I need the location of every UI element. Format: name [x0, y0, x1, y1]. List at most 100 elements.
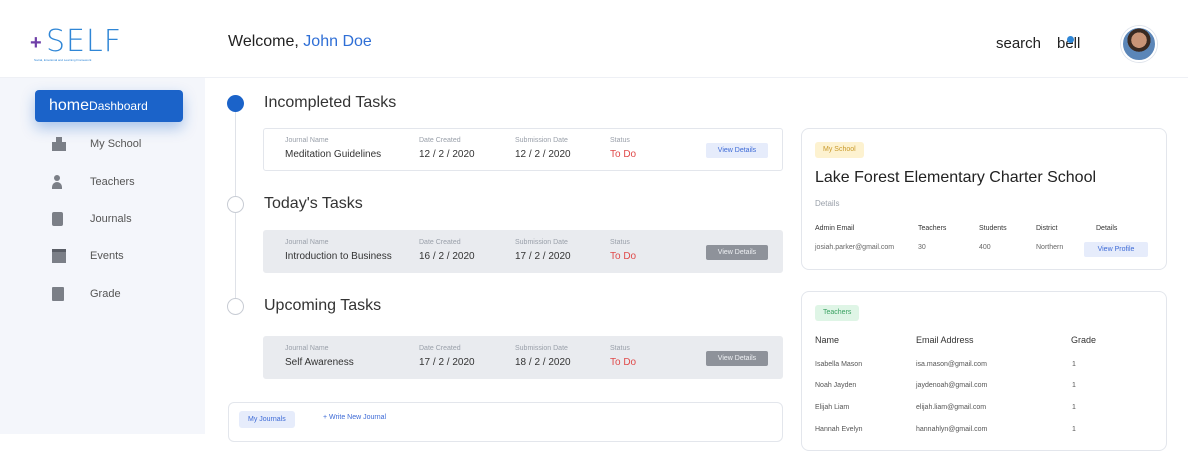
welcome-message: Welcome, John Doe [228, 33, 372, 51]
view-details-button[interactable]: View Details [706, 143, 768, 158]
column-header: District [1036, 225, 1058, 232]
status-badge: To Do [610, 149, 637, 160]
tab-my-journals[interactable]: My Journals [239, 411, 295, 428]
school-icon [52, 137, 66, 151]
logo-wordmark: SELF [46, 24, 122, 59]
col-label: Submission Date [515, 239, 568, 246]
sidebar-item-label: Teachers [90, 176, 135, 188]
col-label: Date Created [419, 345, 461, 352]
teacher-grade: 1 [1072, 361, 1076, 368]
submission-date: 12 / 2 / 2020 [515, 149, 571, 160]
admin-email: josiah.parker@gmail.com [815, 244, 895, 251]
column-header: Teachers [918, 225, 947, 232]
teacher-name: Isabella Mason [815, 361, 863, 368]
details-column: Details [1096, 225, 1117, 232]
journal-name: Introduction to Business [285, 251, 392, 262]
logo-plus-icon: + [30, 32, 42, 54]
date-created: 16 / 2 / 2020 [419, 251, 475, 262]
section-title-incompleted: Incompleted Tasks [264, 94, 397, 111]
teachers-badge: Teachers [815, 305, 860, 321]
calendar-icon [52, 249, 66, 263]
col-label: Status [610, 345, 630, 352]
submission-date: 18 / 2 / 2020 [515, 357, 571, 368]
welcome-prefix: Welcome, [228, 33, 299, 50]
status-badge: To Do [610, 251, 637, 262]
write-new-journal-link[interactable]: + Write New Journal [323, 414, 386, 421]
teachers-column: Teachers 30 [918, 225, 946, 251]
sidebar-item-label: Dashboard [89, 99, 148, 113]
column-header: Details [1096, 225, 1118, 232]
teacher-count: 30 [918, 244, 926, 251]
journal-name: Meditation Guidelines [285, 149, 382, 160]
teacher-name: Elijah Liam [815, 404, 850, 411]
search-icon[interactable]: search [996, 35, 1041, 52]
status-badge: To Do [610, 357, 637, 368]
column-header: Students [979, 225, 1007, 232]
col-label: Status [610, 239, 630, 246]
sidebar-item-dashboard[interactable]: home Dashboard [35, 90, 183, 122]
sidebar-item-journals[interactable]: Journals [52, 208, 132, 230]
teacher-email: hannahlyn@gmail.com [916, 426, 988, 433]
journal-name: Self Awareness [285, 357, 354, 368]
timeline-dot-today [227, 196, 244, 213]
teacher-email: jaydenoah@gmail.com [916, 382, 988, 389]
school-card: My School Lake Forest Elementary Charter… [801, 128, 1167, 270]
sidebar-item-grade[interactable]: Grade [52, 283, 121, 305]
my-school-badge: My School [815, 142, 864, 158]
details-label: Details [815, 199, 840, 208]
teachers-card: Teachers Name Email Address Grade Isabel… [801, 291, 1167, 451]
task-row: Journal Name Introduction to Business Dat… [263, 230, 783, 273]
clipboard-icon [52, 287, 64, 301]
column-header-email: Email Address [916, 335, 974, 345]
teacher-grade: 1 [1072, 404, 1076, 411]
school-name: Lake Forest Elementary Charter School [815, 169, 1097, 186]
logo-tagline: Social, Emotional and Learning Framework [34, 58, 92, 62]
submission-date: 17 / 2 / 2020 [515, 251, 571, 262]
notification-dot [1067, 36, 1074, 43]
col-label: Date Created [419, 137, 461, 144]
students-column: Students 400 [979, 225, 1007, 251]
column-header: Admin Email [815, 225, 855, 232]
view-details-button[interactable]: View Details [706, 245, 768, 260]
date-created: 17 / 2 / 2020 [419, 357, 475, 368]
student-count: 400 [979, 244, 991, 251]
home-icon: home [49, 97, 90, 114]
journals-panel: My Journals + Write New Journal [228, 402, 783, 442]
teacher-email: elijah.liam@gmail.com [916, 404, 987, 411]
view-profile-button[interactable]: View Profile [1084, 242, 1148, 257]
teacher-name: Hannah Evelyn [815, 426, 863, 433]
user-avatar[interactable] [1121, 26, 1157, 62]
top-bar: + SELF Social, Emotional and Learning Fr… [0, 0, 1188, 78]
col-label: Submission Date [515, 137, 568, 144]
district-column: District Northern [1036, 225, 1063, 251]
column-header-grade: Grade [1071, 335, 1097, 345]
section-title-upcoming: Upcoming Tasks [264, 297, 382, 314]
teacher-email: isa.mason@gmail.com [916, 361, 987, 368]
col-label: Status [610, 137, 630, 144]
user-name: John Doe [303, 33, 372, 50]
timeline-dot-upcoming [227, 298, 244, 315]
sidebar-item-label: Journals [90, 213, 132, 225]
section-title-today: Today's Tasks [264, 195, 363, 212]
teacher-grade: 1 [1072, 426, 1076, 433]
column-header-name: Name [815, 335, 840, 345]
district: Northern [1036, 244, 1064, 251]
col-label: Journal Name [285, 239, 329, 246]
self-logo[interactable]: + SELF Social, Emotional and Learning Fr… [30, 24, 130, 62]
sidebar-item-events[interactable]: Events [52, 245, 124, 267]
journal-icon [52, 212, 63, 226]
sidebar-item-label: My School [90, 138, 142, 150]
admin-email-column: Admin Email josiah.parker@gmail.com [815, 225, 894, 251]
teacher-name: Noah Jayden [815, 382, 857, 389]
teacher-icon [52, 175, 66, 189]
col-label: Journal Name [285, 345, 329, 352]
col-label: Journal Name [285, 137, 329, 144]
sidebar-item-teachers[interactable]: Teachers [52, 171, 135, 193]
timeline-dot-incompleted [227, 95, 244, 112]
sidebar-item-my-school[interactable]: My School [52, 133, 141, 155]
bell-icon[interactable]: bell [1057, 35, 1080, 52]
col-label: Date Created [419, 239, 461, 246]
view-details-button[interactable]: View Details [706, 351, 768, 366]
task-row: Journal Name Meditation Guidelines Date C… [263, 128, 783, 171]
sidebar: home Dashboard My School Teachers Journal… [0, 78, 205, 434]
